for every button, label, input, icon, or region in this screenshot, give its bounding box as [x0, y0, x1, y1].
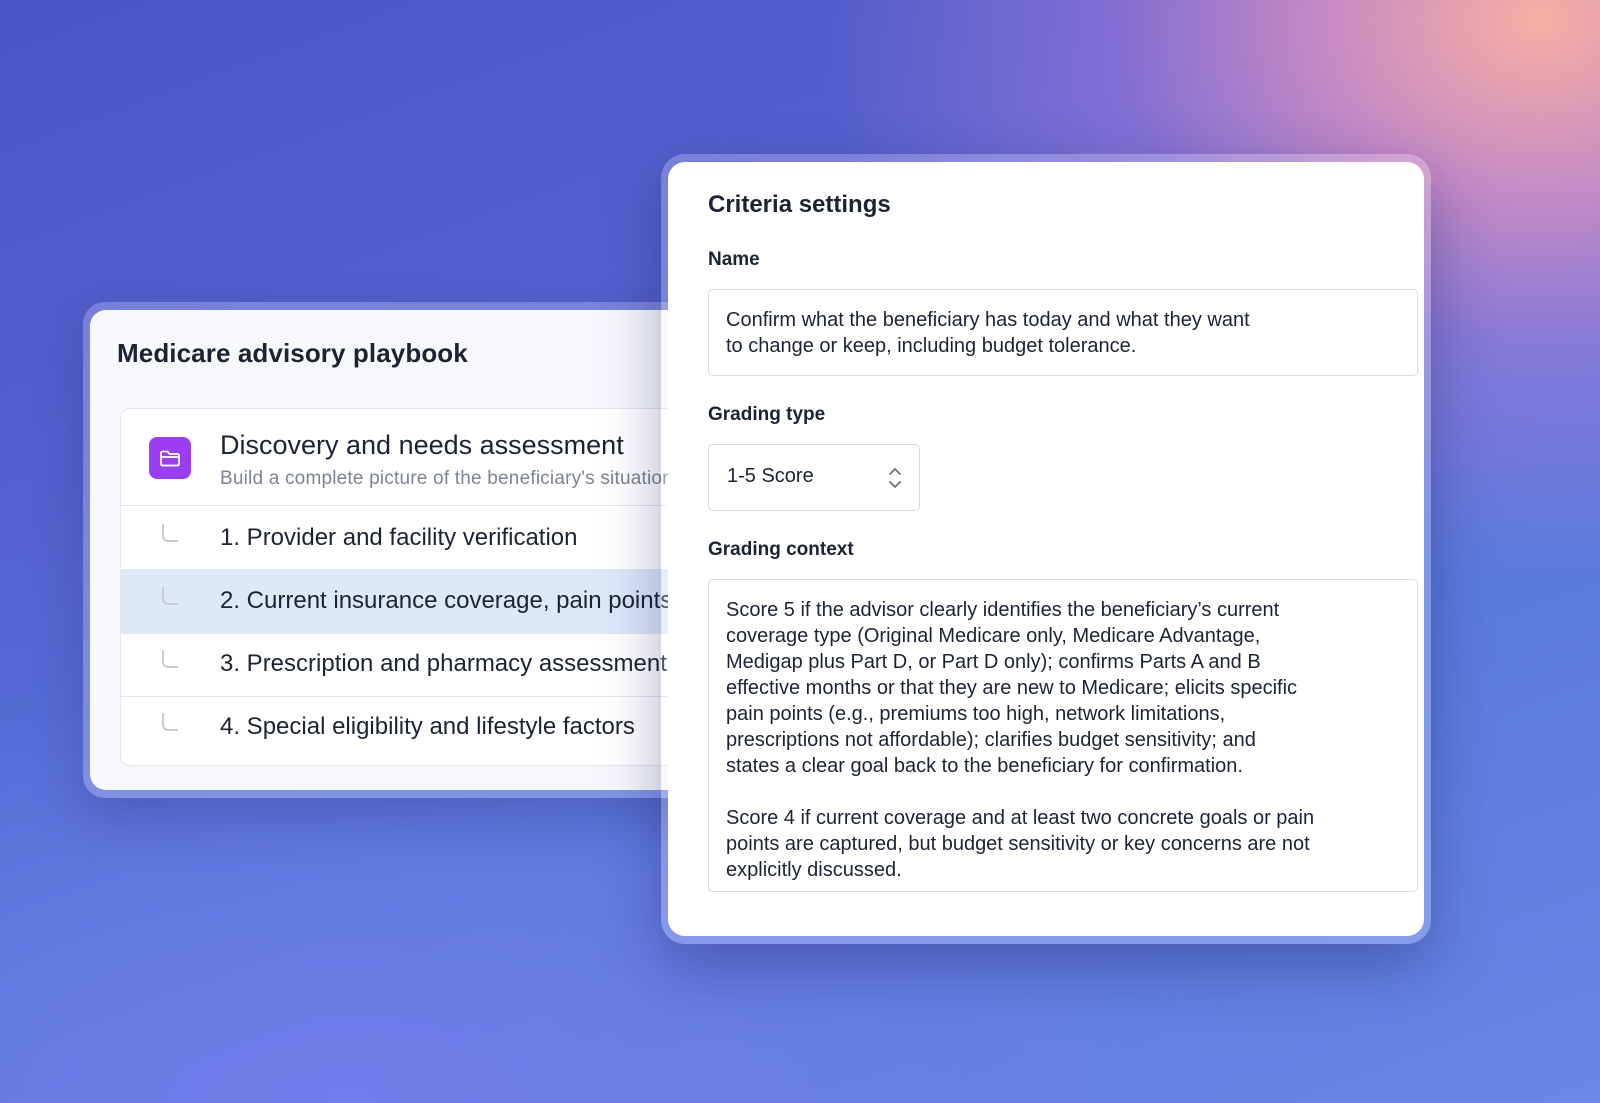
section-title: Discovery and needs assessment: [220, 430, 624, 460]
grading-type-value: 1-5 Score: [727, 465, 814, 487]
playbook-title: Medicare advisory playbook: [117, 338, 468, 368]
tree-branch-icon: [162, 524, 178, 542]
list-item-label: 4. Special eligibility and lifestyle fac…: [220, 713, 635, 740]
tree-branch-icon: [162, 587, 178, 605]
grading-type-label: Grading type: [708, 404, 826, 425]
criteria-settings-panel: Criteria settings Name Confirm what the …: [668, 162, 1424, 936]
folder-icon: [149, 437, 191, 479]
list-item-label: 1. Provider and facility verification: [220, 524, 578, 551]
grading-context-field[interactable]: Score 5 if the advisor clearly identifie…: [708, 579, 1418, 892]
grading-type-select[interactable]: 1-5 Score: [708, 444, 920, 511]
criteria-title: Criteria settings: [708, 191, 891, 218]
tree-branch-icon: [162, 650, 178, 668]
chevrons-up-down-icon: [889, 468, 901, 488]
list-item-label: 3. Prescription and pharmacy assessment: [220, 650, 667, 677]
section-subtitle: Build a complete picture of the benefici…: [220, 468, 673, 489]
grading-context-label: Grading context: [708, 539, 854, 560]
name-label: Name: [708, 249, 760, 270]
name-field[interactable]: Confirm what the beneficiary has today a…: [708, 289, 1418, 376]
tree-branch-icon: [162, 713, 178, 731]
